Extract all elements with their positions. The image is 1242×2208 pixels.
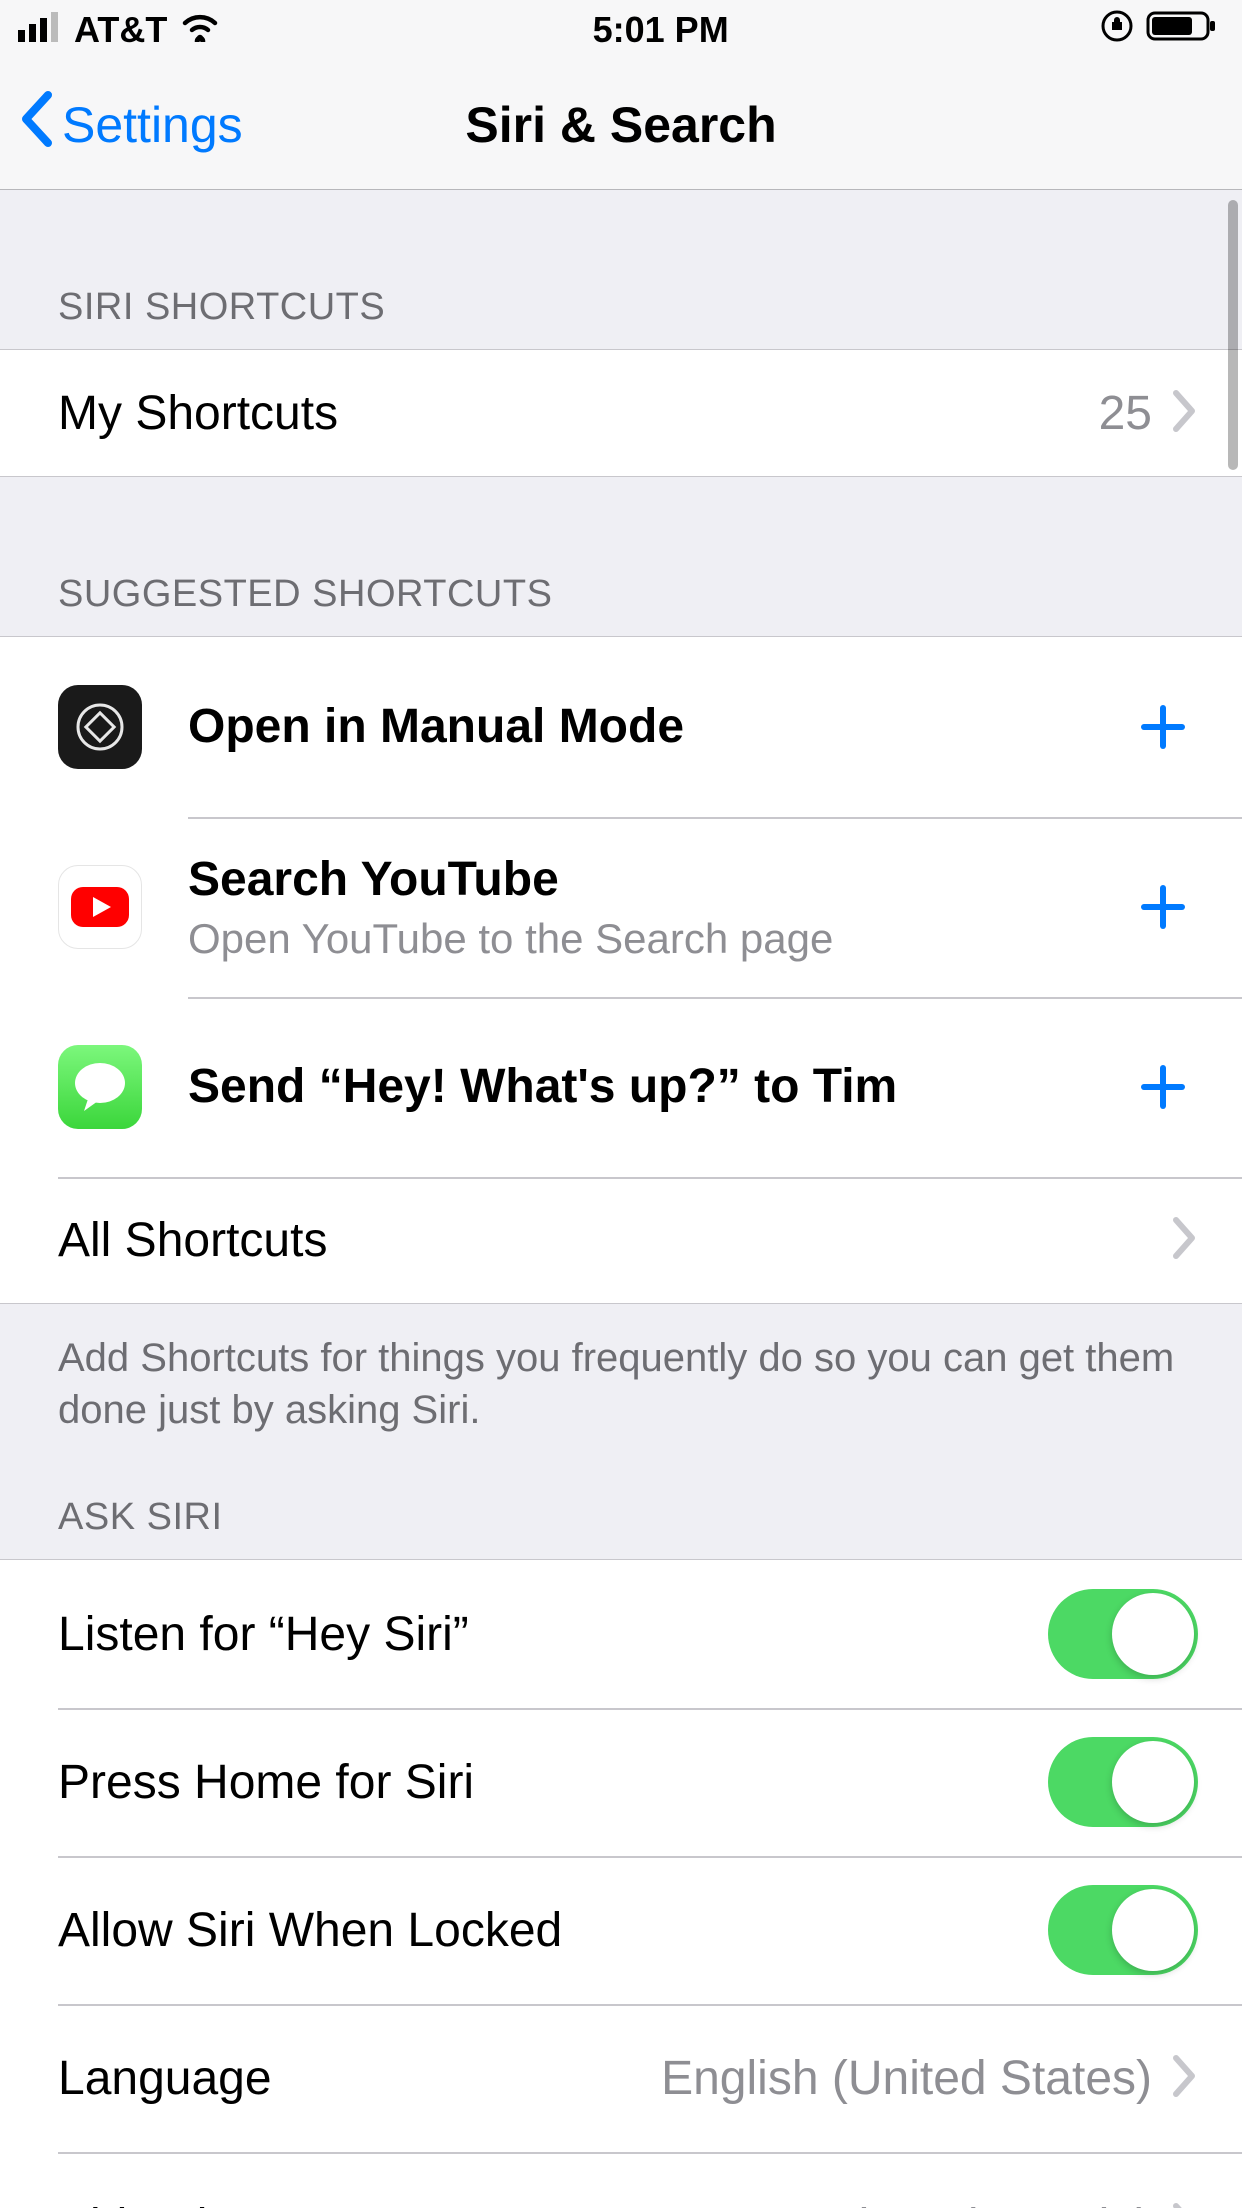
my-shortcuts-row[interactable]: My Shortcuts 25 — [0, 350, 1242, 476]
status-time: 5:01 PM — [593, 9, 729, 51]
scroll-indicator[interactable] — [1228, 200, 1238, 470]
add-shortcut-button[interactable] — [1128, 692, 1198, 762]
orientation-lock-icon — [1100, 9, 1134, 52]
group-siri-shortcuts: My Shortcuts 25 — [0, 349, 1242, 477]
language-label: Language — [58, 2051, 661, 2106]
status-bar: AT&T 5:01 PM — [0, 0, 1242, 60]
chevron-right-icon — [1172, 2054, 1198, 2103]
add-shortcut-button[interactable] — [1128, 872, 1198, 942]
content-scroll[interactable]: SIRI SHORTCUTS My Shortcuts 25 SUGGESTED… — [0, 190, 1242, 2208]
all-shortcuts-row[interactable]: All Shortcuts — [0, 1177, 1242, 1303]
add-shortcut-button[interactable] — [1128, 1052, 1198, 1122]
suggested-title: Open in Manual Mode — [188, 698, 1128, 756]
battery-icon — [1146, 9, 1218, 52]
nav-bar: Settings Siri & Search — [0, 60, 1242, 190]
language-value: English (United States) — [661, 2051, 1152, 2106]
suggested-shortcut-row[interactable]: Open in Manual Mode — [0, 637, 1242, 817]
press-home-siri-toggle[interactable] — [1048, 1737, 1198, 1827]
back-button[interactable]: Settings — [18, 89, 243, 161]
siri-voice-label: Siri Voice — [58, 2199, 744, 2208]
my-shortcuts-count: 25 — [1099, 386, 1152, 441]
carrier-label: AT&T — [74, 9, 167, 51]
signal-icon — [18, 9, 62, 51]
chevron-right-icon — [1172, 389, 1198, 438]
listen-hey-siri-row: Listen for “Hey Siri” — [0, 1560, 1242, 1708]
my-shortcuts-label: My Shortcuts — [58, 386, 1099, 441]
allow-siri-locked-toggle[interactable] — [1048, 1885, 1198, 1975]
siri-voice-value: American (Female) — [744, 2199, 1152, 2208]
all-shortcuts-label: All Shortcuts — [58, 1213, 1172, 1268]
language-row[interactable]: Language English (United States) — [0, 2004, 1242, 2152]
back-label: Settings — [62, 96, 243, 154]
section-header-ask-siri: ASK SIRI — [0, 1436, 1242, 1559]
suggested-subtitle: Open YouTube to the Search page — [188, 915, 1128, 963]
wifi-icon — [179, 9, 221, 51]
suggested-title: Send “Hey! What's up?” to Tim — [188, 1058, 1128, 1116]
allow-siri-locked-row: Allow Siri When Locked — [0, 1856, 1242, 2004]
press-home-siri-label: Press Home for Siri — [58, 1755, 1048, 1810]
chevron-right-icon — [1172, 1216, 1198, 1265]
listen-hey-siri-label: Listen for “Hey Siri” — [58, 1607, 1048, 1662]
allow-siri-locked-label: Allow Siri When Locked — [58, 1903, 1048, 1958]
siri-voice-row[interactable]: Siri Voice American (Female) — [0, 2152, 1242, 2208]
halide-app-icon — [58, 685, 142, 769]
press-home-siri-row: Press Home for Siri — [0, 1708, 1242, 1856]
listen-hey-siri-toggle[interactable] — [1048, 1589, 1198, 1679]
youtube-app-icon — [58, 865, 142, 949]
section-header-siri-shortcuts: SIRI SHORTCUTS — [0, 190, 1242, 349]
group-ask-siri: Listen for “Hey Siri” Press Home for Sir… — [0, 1559, 1242, 2208]
suggested-shortcut-row[interactable]: Send “Hey! What's up?” to Tim — [0, 997, 1242, 1177]
group-suggested: Open in Manual Mode Search YouTube Open … — [0, 636, 1242, 1304]
messages-app-icon — [58, 1045, 142, 1129]
suggested-shortcut-row[interactable]: Search YouTube Open YouTube to the Searc… — [0, 817, 1242, 997]
section-footer-suggested: Add Shortcuts for things you frequently … — [0, 1304, 1242, 1436]
chevron-right-icon — [1172, 2202, 1198, 2208]
suggested-title: Search YouTube — [188, 851, 1128, 909]
chevron-left-icon — [18, 89, 56, 161]
page-title: Siri & Search — [465, 96, 776, 154]
section-header-suggested: SUGGESTED SHORTCUTS — [0, 477, 1242, 636]
